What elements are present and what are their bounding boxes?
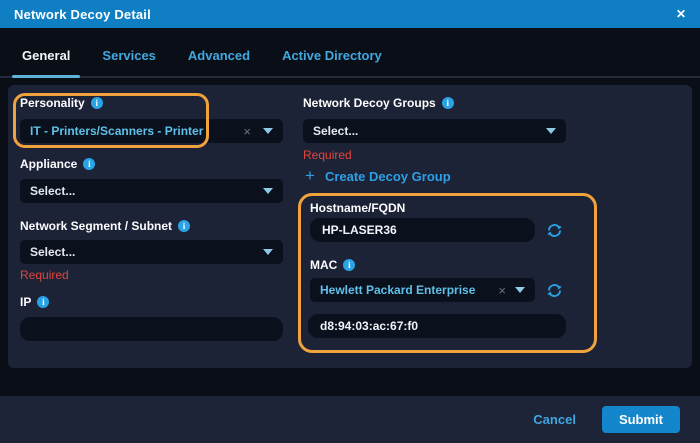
ip-label-text: IP bbox=[20, 295, 32, 309]
personality-select-value: IT - Printers/Scanners - Printer bbox=[30, 124, 204, 138]
decoy-groups-select-value: Select... bbox=[313, 124, 359, 138]
chevron-down-icon[interactable] bbox=[263, 188, 273, 194]
ip-label: IP i bbox=[20, 295, 50, 309]
tab-bar: General Services Advanced Active Directo… bbox=[0, 28, 700, 78]
chevron-down-icon[interactable] bbox=[546, 128, 556, 134]
ip-input[interactable] bbox=[20, 317, 283, 341]
info-icon[interactable]: i bbox=[83, 158, 96, 170]
clear-icon[interactable]: × bbox=[498, 284, 506, 297]
refresh-mac-icon[interactable] bbox=[546, 282, 563, 299]
mac-label: MAC i bbox=[310, 258, 356, 272]
info-icon[interactable]: i bbox=[441, 97, 454, 109]
tab-active-directory[interactable]: Active Directory bbox=[282, 48, 382, 76]
network-segment-label-text: Network Segment / Subnet bbox=[20, 219, 173, 233]
tab-general[interactable]: General bbox=[11, 48, 81, 78]
create-decoy-group-label: Create Decoy Group bbox=[324, 169, 451, 184]
info-icon[interactable]: i bbox=[178, 220, 191, 232]
info-icon[interactable]: i bbox=[37, 296, 50, 308]
modal-footer: Cancel Submit bbox=[0, 396, 700, 443]
info-icon[interactable]: i bbox=[90, 97, 103, 109]
mac-vendor-select[interactable]: Hewlett Packard Enterprise × bbox=[310, 278, 535, 302]
personality-select[interactable]: IT - Printers/Scanners - Printer × bbox=[20, 119, 283, 143]
decoy-groups-required-text: Required bbox=[303, 148, 352, 162]
create-decoy-group-button[interactable]: + Create Decoy Group bbox=[305, 166, 451, 185]
hostname-label: Hostname/FQDN bbox=[310, 201, 405, 215]
cancel-button[interactable]: Cancel bbox=[533, 412, 576, 427]
appliance-label: Appliance i bbox=[20, 157, 96, 171]
modal-header: Network Decoy Detail ✕ bbox=[0, 0, 700, 28]
modal-title: Network Decoy Detail bbox=[14, 6, 151, 22]
personality-label-text: Personality bbox=[20, 96, 85, 110]
decoy-groups-label: Network Decoy Groups i bbox=[303, 96, 454, 110]
info-icon[interactable]: i bbox=[343, 259, 356, 271]
mac-label-text: MAC bbox=[310, 258, 338, 272]
tab-advanced[interactable]: Advanced bbox=[188, 48, 250, 76]
decoy-groups-select[interactable]: Select... bbox=[303, 119, 566, 143]
mac-address-input[interactable] bbox=[308, 314, 566, 338]
refresh-hostname-icon[interactable] bbox=[546, 222, 563, 239]
network-decoy-detail-modal: Network Decoy Detail ✕ General Services … bbox=[0, 0, 700, 443]
hostname-input[interactable] bbox=[310, 218, 535, 242]
tab-services[interactable]: Services bbox=[102, 48, 156, 76]
submit-button[interactable]: Submit bbox=[601, 406, 680, 433]
network-segment-select-value: Select... bbox=[30, 245, 76, 259]
mac-vendor-select-value: Hewlett Packard Enterprise bbox=[320, 283, 476, 297]
plus-icon: + bbox=[305, 166, 315, 185]
appliance-select[interactable]: Select... bbox=[20, 179, 283, 203]
chevron-down-icon[interactable] bbox=[515, 287, 525, 293]
appliance-select-value: Select... bbox=[30, 184, 76, 198]
network-segment-required-text: Required bbox=[20, 268, 69, 282]
network-segment-select[interactable]: Select... bbox=[20, 240, 283, 264]
decoy-groups-label-text: Network Decoy Groups bbox=[303, 96, 436, 110]
general-form-panel: Personality i IT - Printers/Scanners - P… bbox=[8, 85, 692, 368]
hostname-label-text: Hostname/FQDN bbox=[310, 201, 406, 215]
chevron-down-icon[interactable] bbox=[263, 128, 273, 134]
appliance-label-text: Appliance bbox=[20, 157, 78, 171]
network-segment-label: Network Segment / Subnet i bbox=[20, 219, 191, 233]
clear-icon[interactable]: × bbox=[243, 125, 251, 138]
chevron-down-icon[interactable] bbox=[263, 249, 273, 255]
close-icon[interactable]: ✕ bbox=[676, 8, 686, 20]
personality-label: Personality i bbox=[20, 96, 103, 110]
